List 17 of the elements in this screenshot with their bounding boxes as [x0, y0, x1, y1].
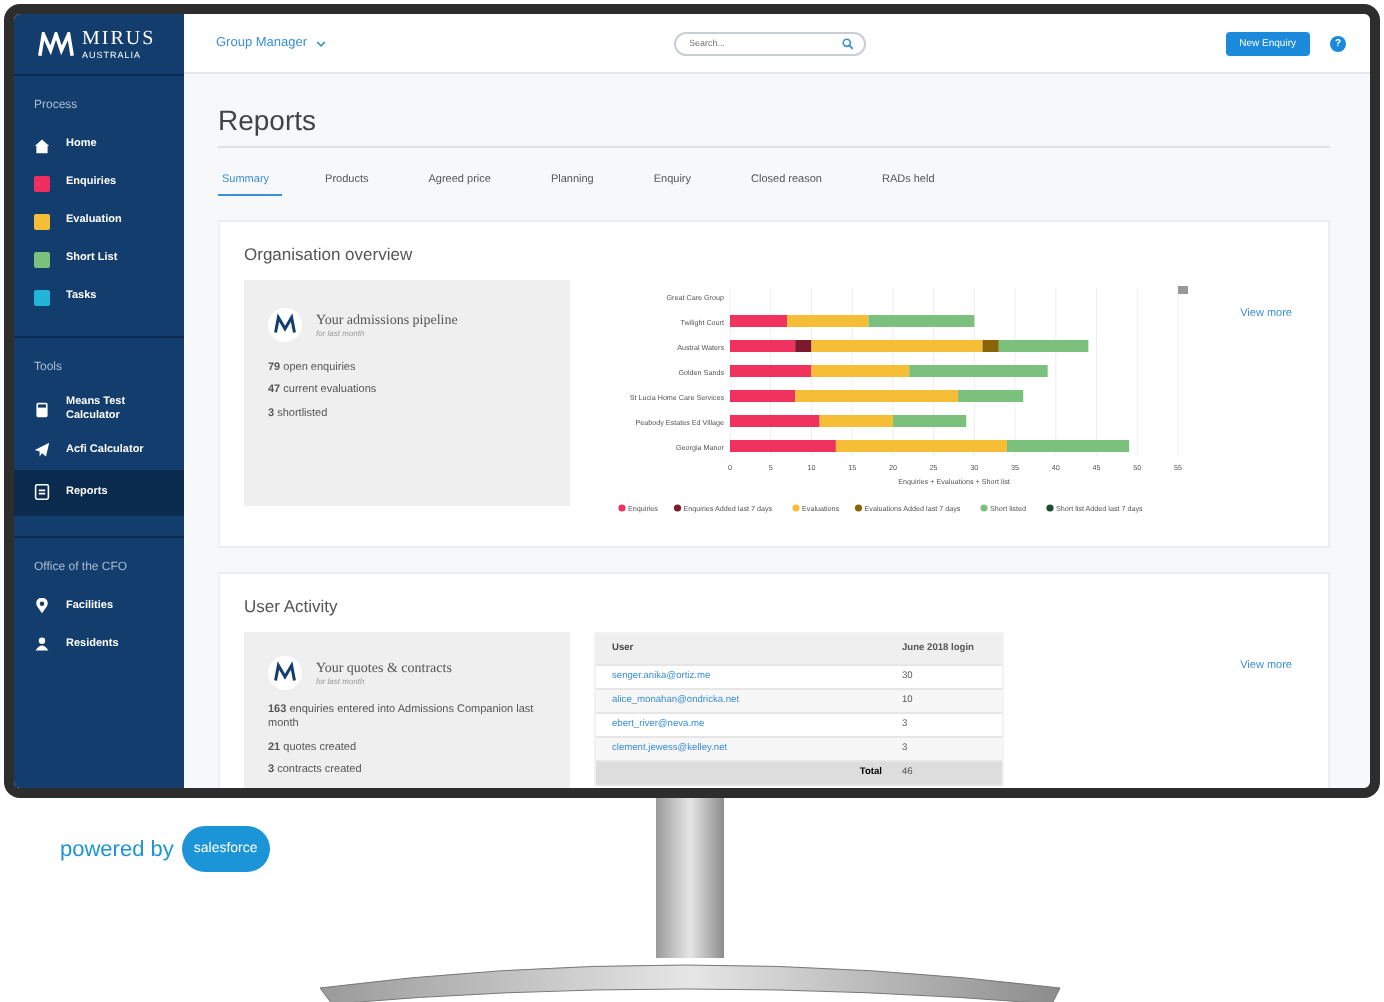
logo-icon	[268, 308, 302, 342]
location-pin-icon	[34, 598, 50, 615]
home-icon	[34, 137, 50, 153]
report-icon	[34, 484, 50, 501]
calculator-icon	[34, 401, 50, 418]
paper-plane-icon	[34, 442, 50, 459]
logo-icon	[38, 31, 74, 57]
brand-name: MIRUS	[82, 28, 156, 50]
page-title: Reports	[218, 74, 1330, 148]
chart-menu-icon[interactable]	[1178, 286, 1188, 294]
people-icon	[34, 636, 50, 653]
powered-by-label: powered by	[60, 837, 174, 861]
caret-icon	[315, 39, 326, 47]
card-title: User Activity	[244, 596, 340, 616]
logo-icon	[268, 656, 302, 690]
search-icon	[841, 37, 854, 49]
card-title: Organisation overview	[244, 244, 415, 264]
